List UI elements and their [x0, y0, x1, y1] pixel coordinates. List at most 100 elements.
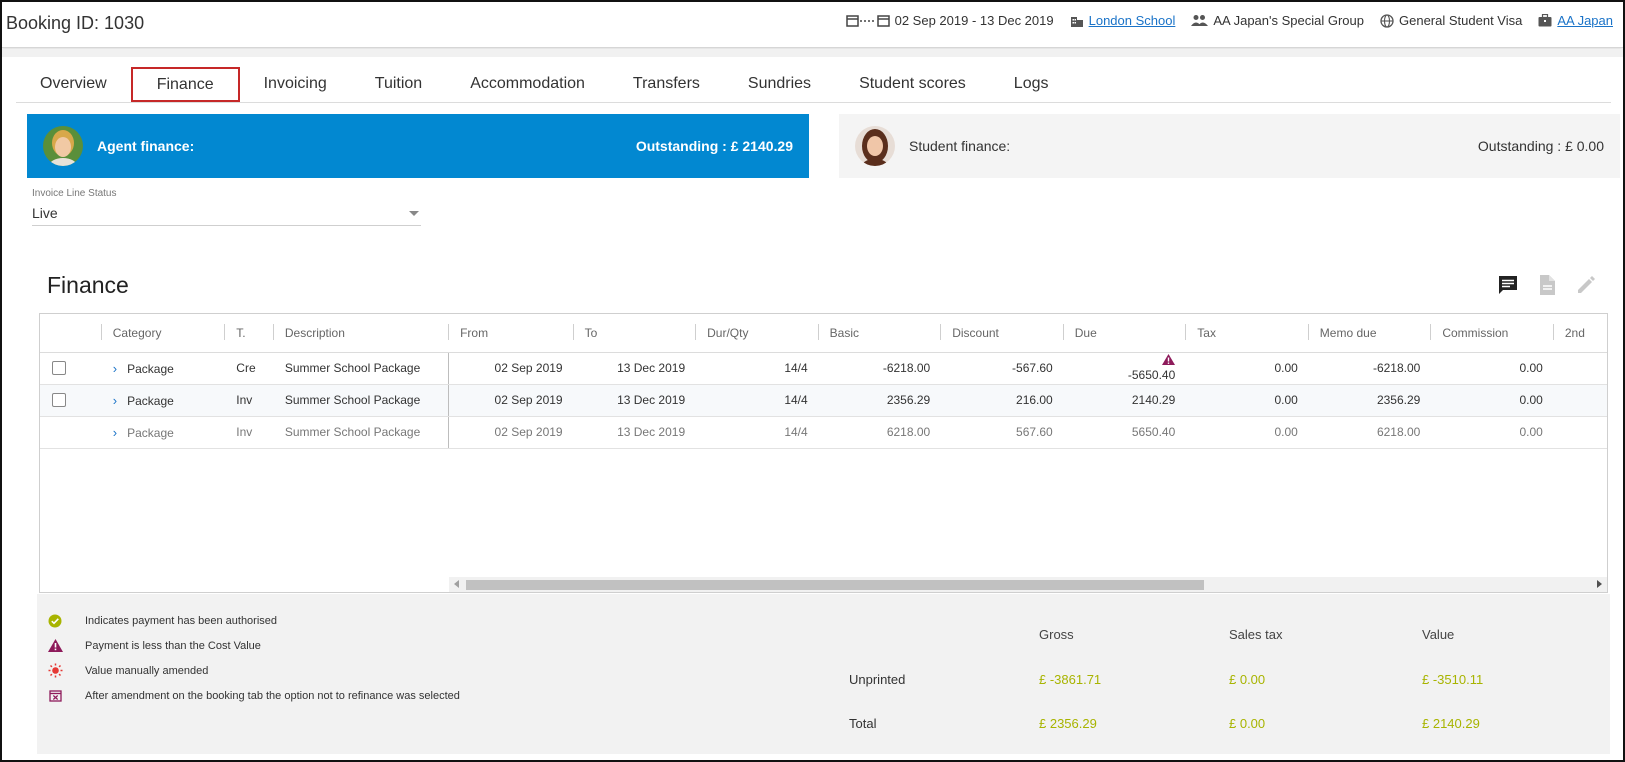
column-header[interactable]: Category — [100, 314, 225, 353]
school-link[interactable]: London School — [1089, 13, 1176, 28]
column-header[interactable]: 2nd — [1552, 314, 1607, 353]
memo-due-cell: 2356.29 — [1307, 384, 1431, 417]
column-header[interactable]: Description — [272, 314, 449, 353]
invoice-line-status-select[interactable]: Live — [32, 201, 421, 226]
tab-accommodation[interactable]: Accommodation — [446, 67, 609, 102]
description-cell: Summer School Package — [272, 416, 449, 449]
invoice-line-status-label: Invoice Line Status — [32, 188, 117, 199]
tab-tuition[interactable]: Tuition — [351, 67, 446, 102]
tab-logs[interactable]: Logs — [990, 67, 1073, 102]
horizontal-scrollbar[interactable] — [449, 577, 1607, 592]
column-header[interactable]: Tax — [1185, 314, 1308, 353]
document-icon[interactable] — [1537, 274, 1557, 301]
globe-icon — [1380, 13, 1394, 28]
table-row[interactable]: › Package Cre Summer School Package 02 Se… — [40, 352, 1607, 385]
commission-cell: 0.00 — [1430, 416, 1553, 449]
tab-invoicing[interactable]: Invoicing — [240, 67, 351, 102]
to-cell: 13 Dec 2019 — [572, 416, 696, 449]
scrollbar-thumb[interactable] — [466, 580, 1204, 590]
column-header[interactable]: To — [572, 314, 696, 353]
chevron-right-icon[interactable]: › — [113, 425, 117, 440]
table-row[interactable]: › Package Inv Summer School Package 02 Se… — [40, 416, 1607, 449]
table-row[interactable]: › Package Inv Summer School Package 02 Se… — [40, 384, 1607, 417]
to-cell: 13 Dec 2019 — [572, 384, 696, 417]
column-header[interactable]: Commission — [1430, 314, 1553, 353]
student-finance-title: Student finance: — [909, 138, 1011, 154]
row-checkbox[interactable] — [52, 361, 66, 376]
header-shadow — [2, 49, 1623, 57]
total-value: £ 2140.29 — [1422, 716, 1480, 731]
tab-sundries[interactable]: Sundries — [724, 67, 835, 102]
tab-finance[interactable]: Finance — [130, 67, 240, 102]
to-cell: 13 Dec 2019 — [572, 352, 696, 385]
row-checkbox-cell — [40, 352, 101, 385]
finance-toolbar — [1497, 274, 1597, 301]
description-cell: Summer School Package — [272, 352, 449, 385]
tab-student-scores[interactable]: Student scores — [835, 67, 990, 102]
agent-avatar — [43, 126, 83, 166]
student-avatar — [855, 126, 895, 166]
date-range-text: 02 Sep 2019 - 13 Dec 2019 — [894, 13, 1054, 28]
column-header[interactable]: From — [448, 314, 573, 353]
row-checkbox[interactable] — [52, 393, 66, 408]
discount-cell: -567.60 — [940, 352, 1063, 385]
category-cell: › Package — [100, 384, 225, 417]
tax-cell: 0.00 — [1185, 416, 1308, 449]
scroll-right-icon[interactable] — [1597, 580, 1602, 588]
date-range-icon — [845, 14, 890, 28]
extra-cell — [1552, 416, 1607, 449]
sales-tax-header: Sales tax — [1229, 627, 1283, 642]
agent-outstanding: Outstanding : £ 2140.29 — [635, 138, 793, 154]
due-cell: 2140.29 — [1062, 384, 1186, 417]
edit-pencil-icon[interactable] — [1575, 274, 1597, 301]
invoice-line-status-value: Live — [32, 205, 58, 221]
tax-cell: 0.00 — [1185, 384, 1308, 417]
discount-cell: 567.60 — [940, 416, 1063, 449]
agent-finance-title: Agent finance: — [97, 138, 195, 154]
description-cell: Summer School Package — [272, 384, 449, 417]
type-cell: Cre — [224, 352, 273, 385]
unprinted-gross: £ -3861.71 — [1039, 672, 1102, 687]
column-header[interactable]: Dur/Qty — [695, 314, 818, 353]
column-header[interactable]: Due — [1062, 314, 1186, 353]
warning-triangle-icon — [1162, 353, 1176, 368]
agent-finance-card[interactable]: Agent finance: Outstanding : £ 2140.29 — [27, 114, 809, 178]
extra-cell — [1552, 384, 1607, 417]
from-cell: 02 Sep 2019 — [448, 352, 573, 385]
people-icon — [1191, 14, 1209, 27]
student-finance-card[interactable]: Student finance: Outstanding : £ 0.00 — [839, 114, 1620, 178]
column-header[interactable]: T. — [224, 314, 273, 353]
chevron-right-icon[interactable]: › — [113, 393, 117, 408]
extra-cell — [1552, 352, 1607, 385]
agent-link[interactable]: AA Japan — [1557, 13, 1613, 28]
finance-page: Booking ID: 1030 02 Sep 2019 - 13 Dec 20… — [0, 0, 1625, 762]
from-cell: 02 Sep 2019 — [448, 416, 573, 449]
tab-transfers[interactable]: Transfers — [609, 67, 724, 102]
select-column-header — [40, 314, 101, 353]
column-header[interactable]: Discount — [940, 314, 1063, 353]
total-gross: £ 2356.29 — [1039, 716, 1097, 731]
visa-text: General Student Visa — [1399, 13, 1523, 28]
type-cell: Inv — [224, 384, 273, 417]
booking-tabs: Overview Finance Invoicing Tuition Accom… — [16, 67, 1611, 103]
unprinted-sales-tax: £ 0.00 — [1229, 672, 1266, 687]
scroll-left-icon[interactable] — [454, 580, 459, 588]
chevron-right-icon[interactable]: › — [113, 361, 117, 376]
memo-due-cell: -6218.00 — [1307, 352, 1431, 385]
school: London School — [1070, 13, 1176, 28]
dur-cell: 14/4 — [695, 416, 818, 449]
column-header[interactable]: Memo due — [1307, 314, 1431, 353]
group-text: AA Japan's Special Group — [1213, 13, 1364, 28]
tab-overview[interactable]: Overview — [16, 67, 131, 102]
category-cell: › Package — [100, 416, 225, 449]
row-checkbox-cell — [40, 384, 101, 417]
total-label: Total — [849, 716, 877, 731]
memo-due-cell: 6218.00 — [1307, 416, 1431, 449]
table-header: Category T. Description From To Dur/Qty … — [40, 314, 1607, 353]
comment-icon[interactable] — [1497, 274, 1519, 301]
commission-cell: 0.00 — [1430, 352, 1553, 385]
basic-cell: 6218.00 — [817, 416, 941, 449]
date-range: 02 Sep 2019 - 13 Dec 2019 — [845, 13, 1054, 28]
column-header[interactable]: Basic — [817, 314, 941, 353]
row-checkbox-cell — [40, 416, 101, 449]
